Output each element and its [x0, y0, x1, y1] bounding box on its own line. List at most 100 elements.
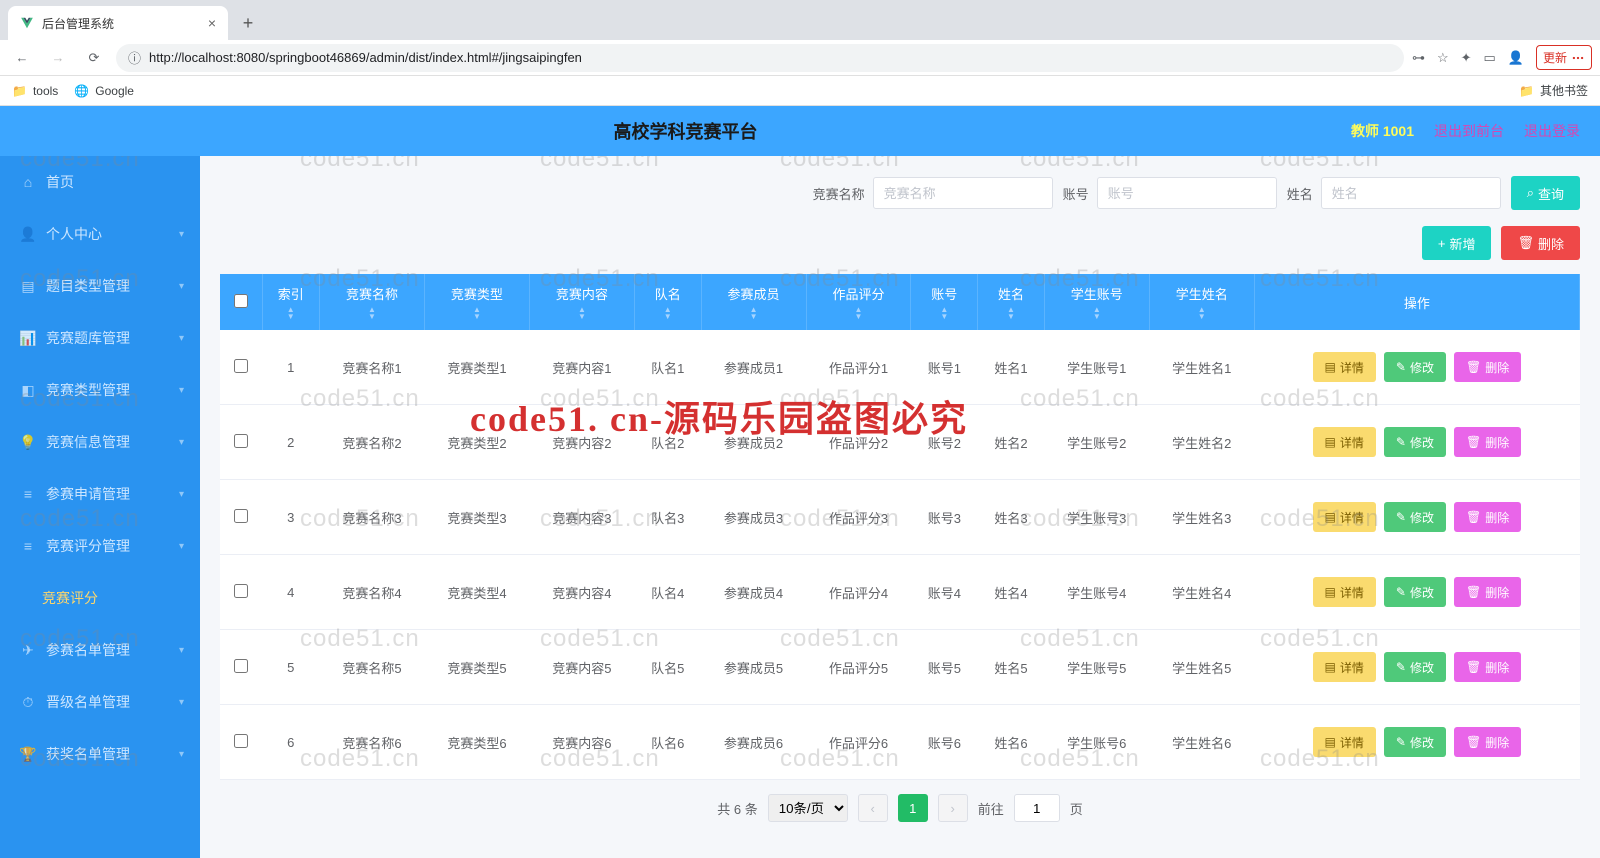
pencil-icon: ✎: [1396, 360, 1406, 374]
row-checkbox[interactable]: [234, 509, 248, 523]
cell: 竞赛类型3: [424, 480, 529, 555]
edit-button[interactable]: ✎修改: [1384, 502, 1446, 532]
sidebar-item-6[interactable]: ≡参赛申请管理▾: [0, 468, 200, 520]
cell: 姓名2: [978, 405, 1045, 480]
sidebar-subitem[interactable]: 竞赛评分: [0, 572, 200, 624]
bookmark-tools[interactable]: 📁tools: [12, 84, 58, 98]
close-icon[interactable]: ×: [208, 15, 216, 31]
sidebar-item-3[interactable]: 📊竞赛题库管理▾: [0, 312, 200, 364]
sidebar-item-1[interactable]: 👤个人中心▾: [0, 208, 200, 260]
edit-button[interactable]: ✎修改: [1384, 577, 1446, 607]
profile-icon[interactable]: 👤: [1508, 50, 1524, 66]
pager-size-select[interactable]: 10条/页: [768, 794, 848, 822]
cell: 竞赛内容1: [529, 330, 634, 405]
search-input-name[interactable]: [873, 177, 1053, 209]
select-all-checkbox[interactable]: [234, 294, 248, 308]
pager-next[interactable]: ›: [938, 794, 968, 822]
url-input[interactable]: ⓘ http://localhost:8080/springboot46869/…: [116, 44, 1404, 72]
forward-button[interactable]: →: [44, 44, 72, 72]
pager-prev[interactable]: ‹: [858, 794, 888, 822]
bookmark-other[interactable]: 📁其他书签: [1519, 82, 1588, 99]
edit-button[interactable]: ✎修改: [1384, 652, 1446, 682]
edit-button[interactable]: ✎修改: [1384, 727, 1446, 757]
sidebar-item-9[interactable]: ⏱晋级名单管理▾: [0, 676, 200, 728]
detail-button[interactable]: ▤详情: [1313, 652, 1376, 682]
col-11[interactable]: 操作: [1254, 274, 1579, 330]
row-delete-button[interactable]: 🗑删除: [1454, 502, 1521, 532]
cell: 竞赛名称1: [319, 330, 424, 405]
sidebar-item-7[interactable]: ≡竞赛评分管理▾: [0, 520, 200, 572]
row-checkbox[interactable]: [234, 584, 248, 598]
sidebar-item-0[interactable]: ⌂首页: [0, 156, 200, 208]
key-icon[interactable]: ⊶: [1412, 50, 1425, 66]
col-6[interactable]: 作品评分▲▼: [806, 274, 911, 330]
col-3[interactable]: 竞赛内容▲▼: [529, 274, 634, 330]
col-1[interactable]: 竞赛名称▲▼: [319, 274, 424, 330]
new-tab-button[interactable]: +: [234, 9, 262, 37]
detail-button[interactable]: ▤详情: [1313, 427, 1376, 457]
reload-button[interactable]: ⟳: [80, 44, 108, 72]
row-checkbox[interactable]: [234, 434, 248, 448]
row-delete-button[interactable]: 🗑删除: [1454, 427, 1521, 457]
row-checkbox[interactable]: [234, 734, 248, 748]
puzzle-icon[interactable]: ✦: [1461, 50, 1472, 66]
cell: 账号1: [911, 330, 978, 405]
row-delete-button[interactable]: 🗑删除: [1454, 652, 1521, 682]
cell: 学生姓名1: [1149, 330, 1254, 405]
pencil-icon: ✎: [1396, 510, 1406, 524]
sidebar-item-8[interactable]: ✈参赛名单管理▾: [0, 624, 200, 676]
col-5[interactable]: 参赛成员▲▼: [701, 274, 806, 330]
detail-button[interactable]: ▤详情: [1313, 352, 1376, 382]
exit-to-front-link[interactable]: 退出到前台: [1434, 121, 1504, 141]
cell: 姓名1: [978, 330, 1045, 405]
search-input-username[interactable]: [1321, 177, 1501, 209]
pager-page-1[interactable]: 1: [898, 794, 928, 822]
row-delete-button[interactable]: 🗑删除: [1454, 727, 1521, 757]
info-icon: ⓘ: [128, 48, 141, 67]
row-checkbox[interactable]: [234, 359, 248, 373]
edit-button[interactable]: ✎修改: [1384, 427, 1446, 457]
col-7[interactable]: 账号▲▼: [911, 274, 978, 330]
col-8[interactable]: 姓名▲▼: [978, 274, 1045, 330]
cell: 作品评分4: [806, 555, 911, 630]
chevron-down-icon: ▾: [179, 697, 184, 708]
table-row: 3竞赛名称3竞赛类型3竞赛内容3队名3参赛成员3作品评分3账号3姓名3学生账号3…: [220, 480, 1580, 555]
row-checkbox[interactable]: [234, 659, 248, 673]
query-button[interactable]: ⌕查询: [1511, 176, 1580, 210]
col-9[interactable]: 学生账号▲▼: [1044, 274, 1149, 330]
detail-button[interactable]: ▤详情: [1313, 502, 1376, 532]
cell: 队名1: [634, 330, 701, 405]
col-0[interactable]: 索引▲▼: [262, 274, 319, 330]
search-input-account[interactable]: [1097, 177, 1277, 209]
col-10[interactable]: 学生姓名▲▼: [1149, 274, 1254, 330]
delete-button[interactable]: 🗑删除: [1501, 226, 1580, 260]
col-4[interactable]: 队名▲▼: [634, 274, 701, 330]
star-icon[interactable]: ☆: [1437, 50, 1449, 66]
trash-icon: 🗑: [1466, 510, 1481, 524]
browser-tab[interactable]: 后台管理系统 ×: [8, 6, 228, 40]
pager-goto-input[interactable]: [1014, 794, 1060, 822]
back-button[interactable]: ←: [8, 44, 36, 72]
cell: 竞赛类型4: [424, 555, 529, 630]
folder-icon: 📁: [12, 84, 27, 98]
sidebar-item-4[interactable]: ◧竞赛类型管理▾: [0, 364, 200, 416]
col-2[interactable]: 竞赛类型▲▼: [424, 274, 529, 330]
logout-link[interactable]: 退出登录: [1524, 121, 1580, 141]
cell: 账号4: [911, 555, 978, 630]
row-delete-button[interactable]: 🗑删除: [1454, 577, 1521, 607]
sidebar-item-5[interactable]: 💡竞赛信息管理▾: [0, 416, 200, 468]
main-content: 竞赛名称 账号 姓名 ⌕查询 +新增 🗑删除 索引▲▼竞赛名称▲▼竞赛类型▲▼竞…: [200, 106, 1600, 858]
pager-goto-suffix: 页: [1070, 799, 1083, 818]
row-delete-button[interactable]: 🗑删除: [1454, 352, 1521, 382]
detail-button[interactable]: ▤详情: [1313, 727, 1376, 757]
edit-button[interactable]: ✎修改: [1384, 352, 1446, 382]
reader-icon[interactable]: ▭: [1484, 50, 1496, 66]
bookmark-google[interactable]: 🌐Google: [74, 84, 134, 98]
detail-button[interactable]: ▤详情: [1313, 577, 1376, 607]
cell: 作品评分3: [806, 480, 911, 555]
add-button[interactable]: +新增: [1422, 226, 1492, 260]
sidebar-item-2[interactable]: ▤题目类型管理▾: [0, 260, 200, 312]
sidebar-item-10[interactable]: 🏆获奖名单管理▾: [0, 728, 200, 780]
sidebar-item-label: 获奖名单管理: [46, 744, 130, 764]
update-button[interactable]: 更新: [1536, 45, 1592, 70]
